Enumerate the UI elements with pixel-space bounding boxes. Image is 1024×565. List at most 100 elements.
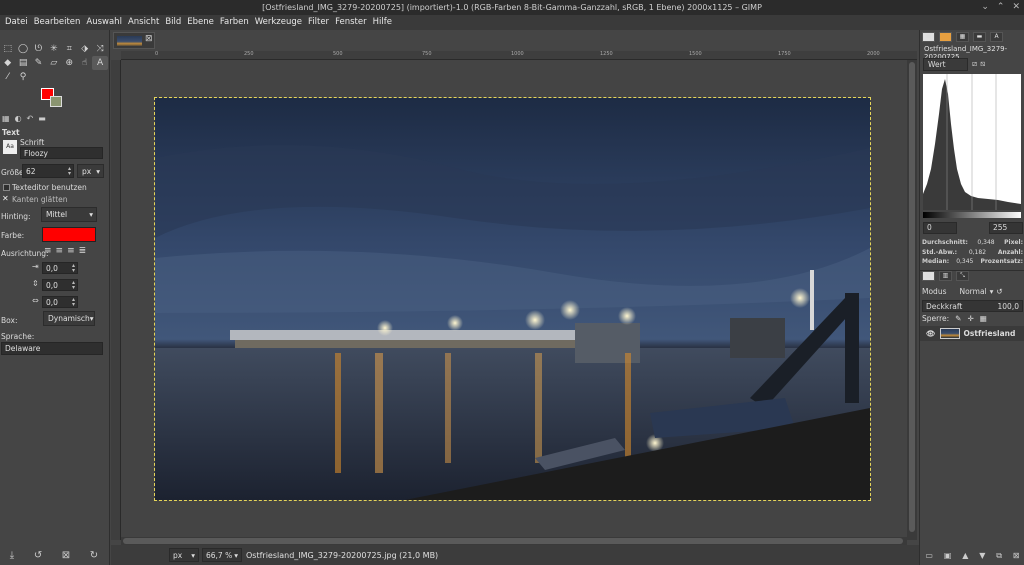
layer-item[interactable]: 👁 Ostfriesland [920,326,1024,341]
hinting-select[interactable]: Mittel ▾ [41,207,97,222]
histogram-low-input[interactable]: 0 [923,222,957,234]
use-editor-checkbox[interactable] [3,184,10,191]
save-options-icon[interactable]: ⤓ [10,550,14,561]
log-histogram-icon[interactable]: ⧅ [980,59,985,69]
image-canvas[interactable] [154,97,871,501]
patterns-tab-icon[interactable]: ▦ [956,32,969,42]
justify-left-icon[interactable]: ≡ [44,246,52,256]
layers-tab-icon[interactable]: ▤ [922,271,935,281]
ellipse-select-icon[interactable]: ◯ [15,42,30,56]
menu-filter[interactable]: Filter [305,15,332,30]
line-spacing-input[interactable]: 0,0 ▴ ▾ [42,279,78,291]
smudge-icon[interactable]: ☝ [77,56,92,70]
menu-hilfe[interactable]: Hilfe [370,15,395,30]
channels-tab-icon[interactable]: ▥ [939,271,952,281]
menu-ebene[interactable]: Ebene [184,15,217,30]
undo-history-tab-icon[interactable]: ↶ [27,114,34,126]
opacity-slider[interactable]: Deckkraft 100,0 [922,300,1023,312]
lock-position-icon[interactable]: ✛ [967,314,973,323]
zoom-icon[interactable]: ⚲ [15,70,30,84]
background-color-swatch[interactable] [50,96,62,107]
gradient-icon[interactable]: ▤ [15,56,30,70]
clone-icon[interactable]: ⊕ [62,56,77,70]
menu-datei[interactable]: Datei [2,15,31,30]
crop-icon[interactable]: ⌗ [62,42,77,56]
close-icon[interactable]: ⊠ [145,34,153,44]
indent-input[interactable]: 0,0 ▴ ▾ [42,262,78,274]
letter-spacing-spinner-icon[interactable]: ▴ ▾ [72,297,75,308]
menu-bild[interactable]: Bild [162,15,184,30]
linear-histogram-icon[interactable]: ⧄ [972,59,977,69]
pencil-icon[interactable]: ✎ [31,56,46,70]
delete-options-icon[interactable]: ⊠ [62,550,70,561]
menu-fenster[interactable]: Fenster [332,15,370,30]
reset-mode-icon[interactable]: ↺ [996,287,1002,296]
justify-center-icon[interactable]: ≡ [67,246,75,256]
text-color-button[interactable] [42,227,96,242]
stat-percent-label: Prozentsatz: [980,258,1023,265]
size-spinner-icon[interactable]: ▴ ▾ [68,166,71,177]
lock-pixels-icon[interactable]: ✎ [955,314,961,323]
device-status-tab-icon[interactable]: ◐ [15,114,22,126]
font-input[interactable]: Floozy [20,147,103,159]
vertical-scrollbar[interactable] [907,60,917,540]
unit-select[interactable]: px ▾ [169,548,199,562]
language-input[interactable]: Delaware [1,342,103,355]
justify-right-icon[interactable]: ≡ [56,246,64,256]
mode-select[interactable]: Normal [959,287,986,296]
lock-alpha-icon[interactable]: ▦ [980,314,987,323]
minimize-button[interactable]: ⌄ [981,0,989,15]
free-select-icon[interactable]: ᘎ [31,42,46,56]
font-preview-icon[interactable]: Aa [3,140,17,154]
rect-select-icon[interactable]: ⬚ [0,42,15,56]
image-viewport[interactable] [121,60,907,540]
histogram-tab-icon[interactable]: ◼ [922,32,935,42]
unified-transform-icon[interactable]: ⬗ [77,42,92,56]
fonts-tab-icon[interactable]: A [990,32,1003,42]
letter-spacing-input[interactable]: 0,0 ▴ ▾ [42,296,78,308]
size-unit-select[interactable]: px ▾ [77,164,104,178]
line-spacing-spinner-icon[interactable]: ▴ ▾ [72,280,75,291]
images-tab-icon[interactable]: ▬ [38,114,46,126]
duplicate-layer-icon[interactable]: ⧉ [996,551,1002,561]
horizontal-ruler: 0 250 500 750 1000 1250 1500 1750 2000 [121,51,917,60]
menu-farben[interactable]: Farben [217,15,252,30]
new-layer-icon[interactable]: ▭ [925,551,933,561]
lower-layer-icon[interactable]: ▼ [979,551,985,561]
fill-icon[interactable]: ◆ [0,56,15,70]
reset-options-icon[interactable]: ↻ [90,550,98,561]
maximize-button[interactable]: ⌃ [997,0,1005,15]
menu-auswahl[interactable]: Auswahl [83,15,125,30]
zoom-select[interactable]: 66,7 % ▾ [202,548,242,562]
raise-layer-icon[interactable]: ▲ [962,551,968,561]
restore-options-icon[interactable]: ↺ [34,550,42,561]
visibility-eye-icon[interactable]: 👁 [926,329,936,338]
indent-spinner-icon[interactable]: ▴ ▾ [72,263,75,274]
warp-icon[interactable]: ⤨ [92,42,107,56]
brushes-tab-icon[interactable]: ▬ [973,32,986,42]
window-titlebar: [Ostfriesland_IMG_3279-20200725] (import… [0,0,1024,15]
paths-tab-icon[interactable]: ⤡ [956,271,969,281]
image-tab[interactable]: ⊠ [113,32,155,49]
antialias-checkbox-icon[interactable]: ✕ [2,194,9,203]
horizontal-scrollbar[interactable] [121,537,907,545]
histogram-channel-select[interactable]: Wert [923,58,968,71]
menu-ansicht[interactable]: Ansicht [125,15,162,30]
colors-tab-icon[interactable] [939,32,952,42]
color-picker-icon[interactable]: ⁄ [0,70,15,84]
text-tool-icon[interactable]: A [92,56,108,70]
eraser-icon[interactable]: ▱ [46,56,61,70]
justify-fill-icon[interactable]: ≣ [79,246,87,256]
size-input[interactable]: 62 ▴ ▾ [22,164,74,178]
box-select[interactable]: Dynamisch ▾ [43,311,95,326]
histogram-high-input[interactable]: 255 [989,222,1023,234]
delete-layer-icon[interactable]: ⊠ [1013,551,1020,561]
new-group-icon[interactable]: ▣ [944,551,952,561]
menu-bearbeiten[interactable]: Bearbeiten [31,15,84,30]
tool-options-tab-icon[interactable]: ▦ [2,114,10,126]
chevron-down-icon: ▾ [234,550,238,560]
fuzzy-select-icon[interactable]: ✳ [46,42,61,56]
menu-werkzeuge[interactable]: Werkzeuge [252,15,305,30]
close-button[interactable]: ✕ [1012,0,1020,15]
histogram-graph[interactable] [923,74,1021,210]
